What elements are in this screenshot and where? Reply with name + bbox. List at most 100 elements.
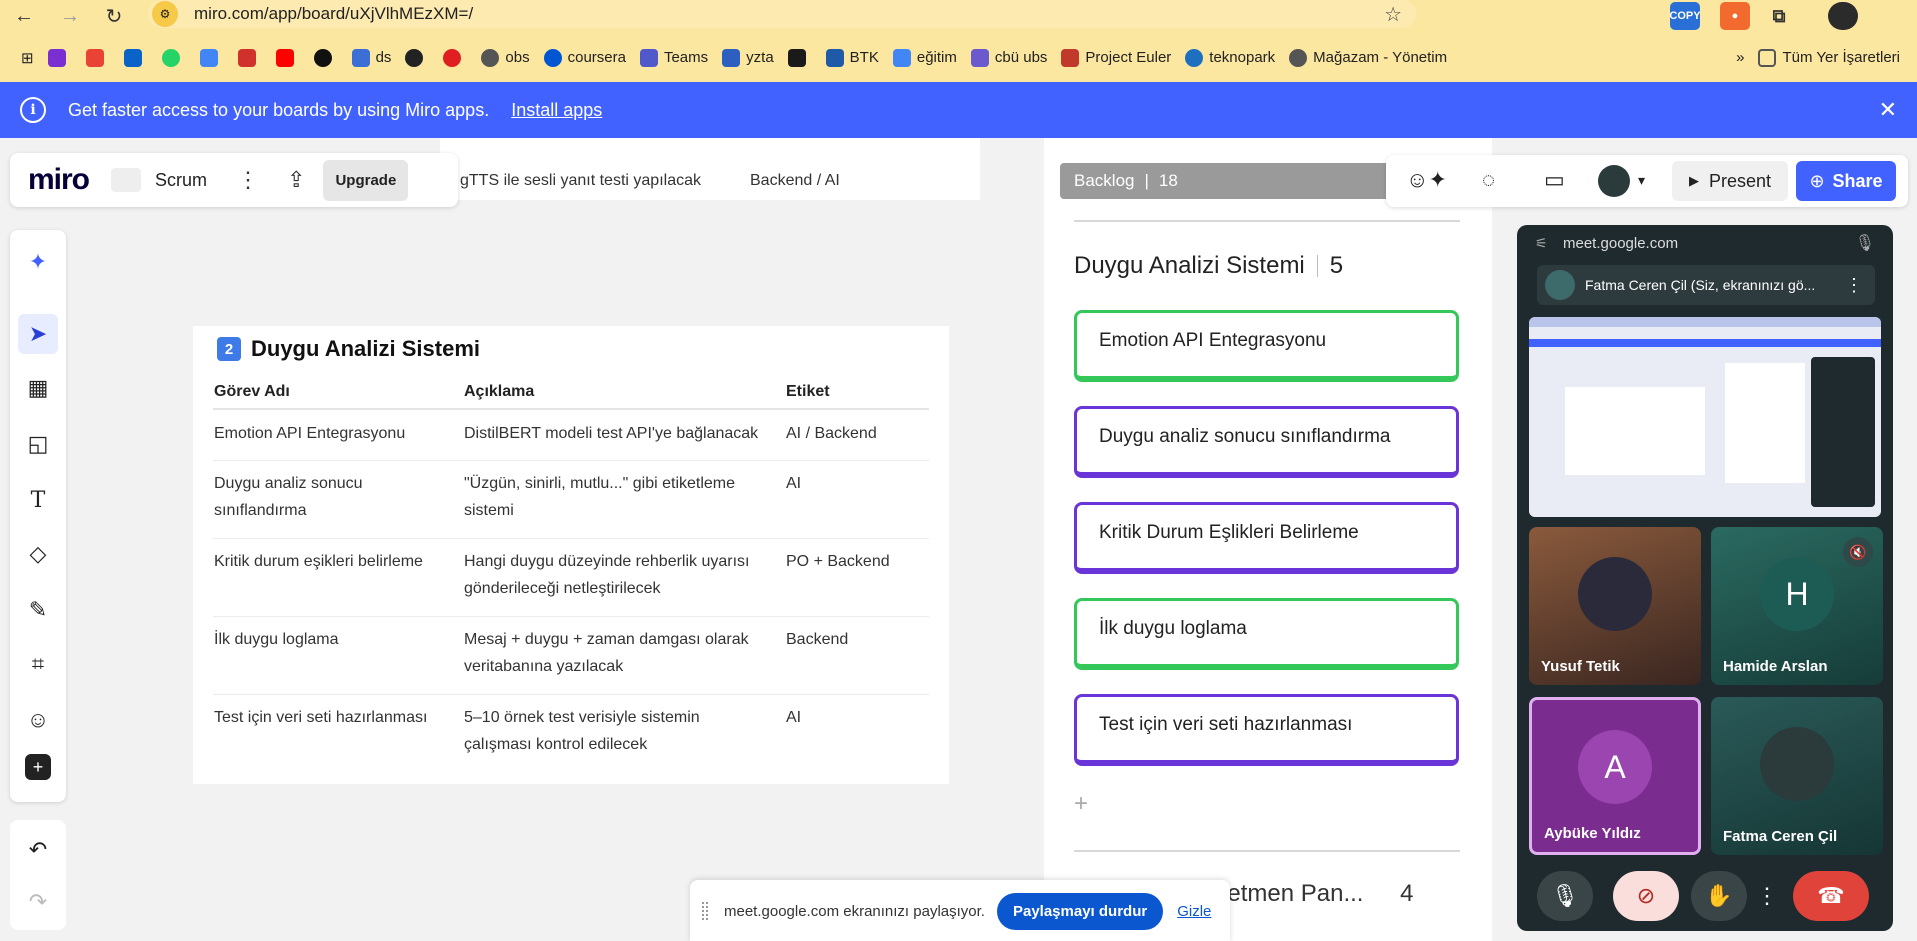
reactions-icon[interactable]: ☺✦ bbox=[1406, 167, 1447, 193]
bookmark-item[interactable]: obs bbox=[474, 44, 536, 72]
bookmark-item[interactable] bbox=[155, 44, 193, 72]
undo-redo-toolbar: ↶ ↷ bbox=[10, 820, 66, 930]
extension-icon[interactable]: ● bbox=[1720, 2, 1750, 30]
section-divider bbox=[1074, 220, 1460, 222]
extensions-puzzle-icon[interactable]: ⧉ bbox=[1764, 2, 1794, 30]
install-apps-link[interactable]: Install apps bbox=[511, 100, 602, 121]
user-avatar[interactable] bbox=[1598, 165, 1630, 197]
bookmark-item[interactable]: eğitim bbox=[886, 44, 964, 72]
participant-tile[interactable]: 🔇 H Hamide Arslan bbox=[1711, 527, 1883, 685]
frame-icon[interactable]: ⌗ bbox=[18, 644, 58, 684]
bookmark-star-icon[interactable]: ☆ bbox=[1384, 2, 1402, 27]
board-thumbnail[interactable] bbox=[111, 168, 142, 192]
site-settings-icon[interactable]: ⚙ bbox=[152, 1, 178, 27]
bookmark-item[interactable]: cbü ubs bbox=[964, 44, 1055, 72]
bookmark-item[interactable] bbox=[117, 44, 155, 72]
preview-column bbox=[1725, 363, 1805, 483]
close-icon[interactable]: ✕ bbox=[1879, 97, 1897, 123]
bookmark-item[interactable]: Mağazam - Yönetim bbox=[1282, 44, 1454, 72]
task-card[interactable]: Emotion API Entegrasyonu bbox=[1074, 310, 1459, 382]
undo-icon[interactable]: ↶ bbox=[18, 830, 58, 870]
present-button[interactable]: ▶ Present bbox=[1672, 161, 1788, 201]
backlog-count: 18 bbox=[1158, 171, 1178, 190]
task-tag: AI bbox=[786, 475, 802, 492]
more-options-icon[interactable]: ⋮ bbox=[1845, 275, 1863, 296]
board-name[interactable]: Scrum bbox=[155, 170, 207, 191]
text-icon[interactable]: T bbox=[18, 480, 58, 520]
bookmark-item[interactable] bbox=[231, 44, 269, 72]
upgrade-button[interactable]: Upgrade bbox=[323, 159, 409, 201]
bookmark-item[interactable]: ds bbox=[345, 44, 399, 72]
participant-tile[interactable]: Fatma Ceren Çil bbox=[1711, 697, 1883, 855]
profile-avatar[interactable] bbox=[1828, 2, 1858, 30]
task-tag: Backend bbox=[786, 631, 849, 648]
chevron-down-icon[interactable]: ▾ bbox=[1638, 172, 1645, 189]
task-table-card[interactable]: 2 Duygu Analizi Sistemi Görev Adı Açıkla… bbox=[193, 326, 949, 784]
redo-icon[interactable]: ↷ bbox=[18, 882, 58, 922]
bookmark-item[interactable] bbox=[781, 44, 819, 72]
forward-icon[interactable]: → bbox=[56, 2, 84, 30]
bookmark-item[interactable]: yzta bbox=[715, 44, 781, 72]
presenter-bar[interactable]: Fatma Ceren Çil (Siz, ekranınızı gö... ⋮ bbox=[1537, 265, 1875, 305]
backlog-column-header[interactable]: Backlog | 18 bbox=[1060, 163, 1400, 199]
more-options-icon[interactable]: ⋮ bbox=[237, 167, 259, 193]
add-apps-icon[interactable]: + bbox=[25, 754, 51, 780]
export-icon[interactable]: ⇪ bbox=[287, 167, 305, 193]
reload-icon[interactable]: ↻ bbox=[100, 2, 128, 30]
task-card[interactable]: Test için veri seti hazırlanması bbox=[1074, 694, 1459, 766]
mic-button[interactable]: 🎙 bbox=[1537, 871, 1593, 921]
task-name: Emotion API Entegrasyonu bbox=[214, 425, 406, 442]
tune-icon[interactable]: ⚟ bbox=[1535, 235, 1548, 252]
bookmark-item[interactable] bbox=[41, 44, 79, 72]
header-separator: | bbox=[1144, 171, 1149, 190]
table-title-text: Duygu Analizi Sistemi bbox=[251, 336, 481, 361]
hide-link[interactable]: Gizle bbox=[1177, 903, 1211, 920]
bookmark-item[interactable] bbox=[398, 44, 436, 72]
copy-extension-icon[interactable]: COPY bbox=[1669, 2, 1701, 30]
ai-sparkle-icon[interactable]: ✦ bbox=[18, 242, 58, 282]
bookmark-item[interactable] bbox=[193, 44, 231, 72]
bookmark-item[interactable]: teknopark bbox=[1178, 44, 1282, 72]
drag-handle[interactable] bbox=[702, 902, 708, 920]
templates-icon[interactable]: ▦ bbox=[18, 368, 58, 408]
task-card[interactable]: Kritik Durum Eşlikleri Belirleme bbox=[1074, 502, 1459, 574]
sticker-icon[interactable]: ☺ bbox=[18, 700, 58, 740]
pen-icon[interactable]: ✎ bbox=[18, 590, 58, 630]
leave-call-button[interactable]: ☎ bbox=[1793, 871, 1869, 921]
url-text[interactable]: miro.com/app/board/uXjVlhMEzXM=/ bbox=[194, 4, 473, 24]
sticky-note-icon[interactable]: ◱ bbox=[18, 424, 58, 464]
raise-hand-button[interactable]: ✋ bbox=[1691, 871, 1747, 921]
bookmark-item[interactable]: Project Euler bbox=[1054, 44, 1178, 72]
shapes-icon[interactable]: ◇ bbox=[18, 534, 58, 574]
screen-share-preview[interactable] bbox=[1529, 317, 1881, 517]
participant-tile[interactable]: Yusuf Tetik bbox=[1529, 527, 1701, 685]
participant-tile-active[interactable]: A Aybüke Yıldız bbox=[1529, 697, 1701, 855]
select-cursor-icon[interactable]: ➤ bbox=[18, 314, 58, 354]
task-card[interactable]: İlk duygu loglama bbox=[1074, 598, 1459, 670]
task-card[interactable]: Duygu analiz sonucu sınıflandırma bbox=[1074, 406, 1459, 478]
bookmark-item[interactable] bbox=[436, 44, 474, 72]
stop-sharing-button[interactable]: Paylaşmayı durdur bbox=[996, 892, 1164, 930]
bookmark-item[interactable]: coursera bbox=[537, 44, 633, 72]
section-header[interactable]: Duygu Analizi Sistemi 5 bbox=[1074, 252, 1343, 280]
all-bookmarks-folder[interactable]: Tüm Yer İşaretleri bbox=[1751, 44, 1907, 72]
bookmark-item[interactable] bbox=[269, 44, 307, 72]
bookmark-item[interactable] bbox=[79, 44, 117, 72]
bookmark-item[interactable]: BTK bbox=[819, 44, 886, 72]
comments-icon[interactable]: ◌ bbox=[1482, 167, 1495, 193]
share-button[interactable]: ⊕ Share bbox=[1796, 161, 1896, 201]
apps-grid-icon[interactable]: ⊞ bbox=[14, 44, 41, 72]
back-icon[interactable]: ← bbox=[10, 2, 38, 30]
more-bookmarks-icon[interactable]: » bbox=[1729, 44, 1751, 72]
video-icon[interactable]: ▭ bbox=[1544, 167, 1565, 193]
more-options-icon[interactable]: ⋮ bbox=[1756, 871, 1778, 921]
meet-pip-window[interactable]: ⚟ meet.google.com 🎙 Fatma Ceren Çil (Siz… bbox=[1517, 225, 1893, 931]
header-divider bbox=[213, 408, 929, 410]
bookmark-item[interactable]: Teams bbox=[633, 44, 715, 72]
table-card-previous[interactable]: gTTS ile sesli yanıt testi yapılacak Bac… bbox=[440, 138, 980, 200]
add-card-icon[interactable]: + bbox=[1074, 790, 1088, 818]
camera-off-button[interactable]: ⊘ bbox=[1613, 871, 1679, 921]
address-bar[interactable]: ⚙ miro.com/app/board/uXjVlhMEzXM=/ ☆ bbox=[148, 0, 1416, 28]
bookmark-item[interactable] bbox=[307, 44, 345, 72]
miro-logo[interactable]: miro bbox=[28, 163, 90, 197]
